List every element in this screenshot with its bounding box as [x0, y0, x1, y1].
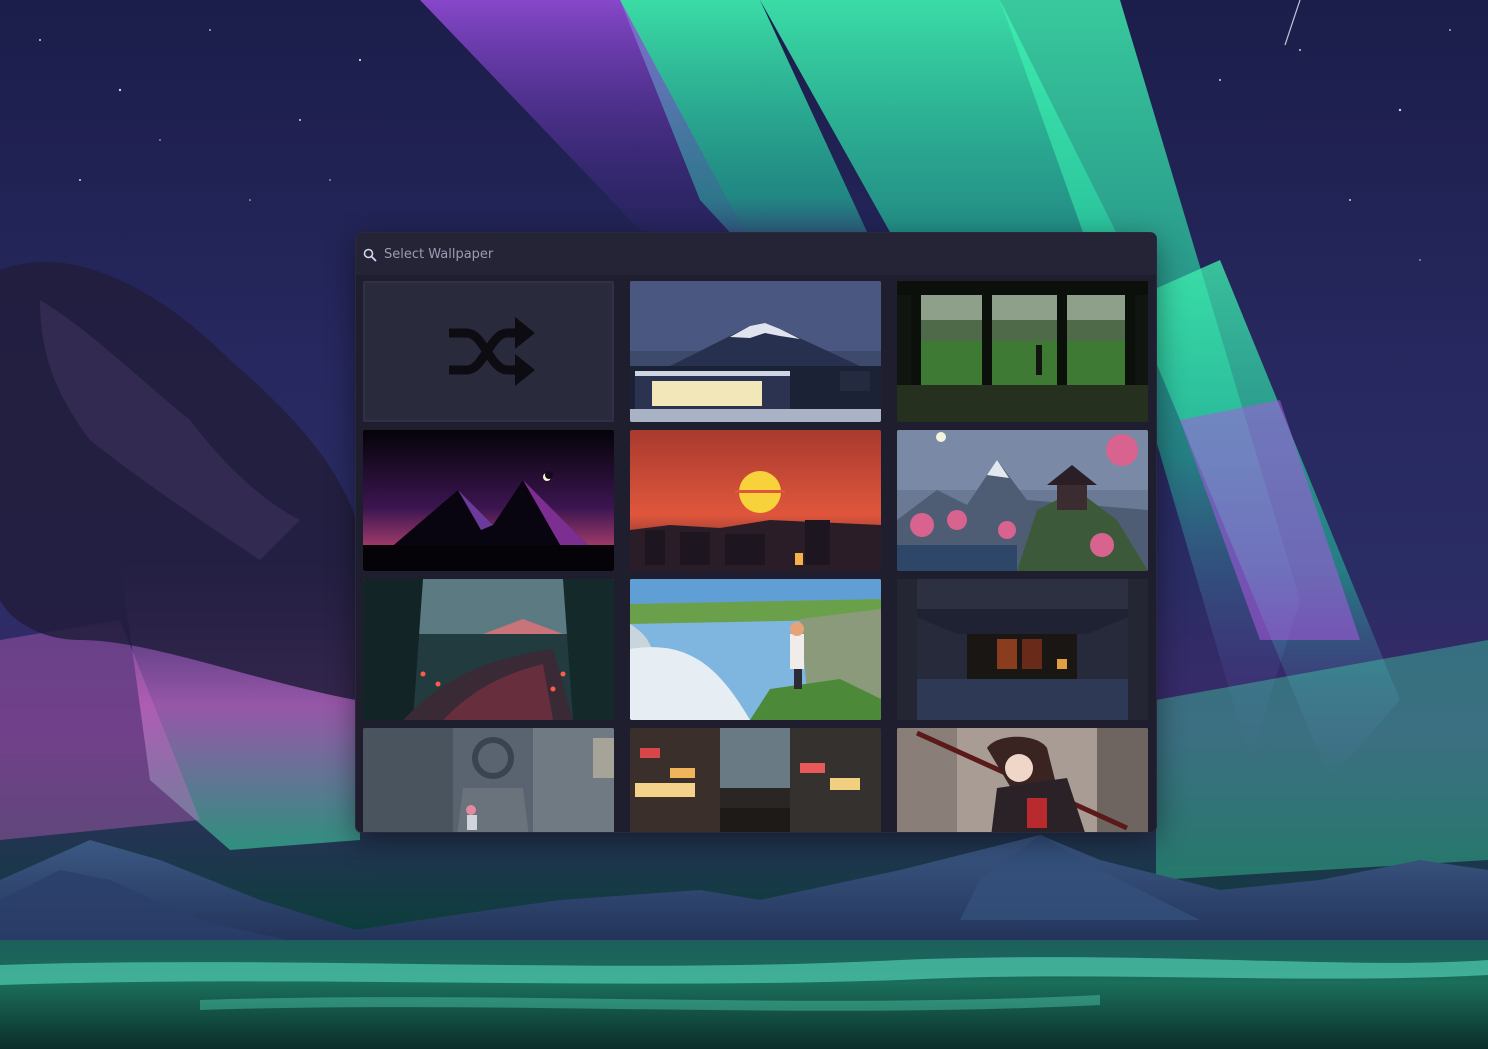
search-bar — [356, 233, 1156, 275]
wallpaper-image — [630, 430, 881, 571]
wallpaper-image — [897, 281, 1148, 422]
wallpaper-image — [897, 430, 1148, 571]
search-input[interactable] — [384, 239, 1084, 269]
wallpaper-image — [363, 430, 614, 571]
wallpaper-image — [630, 728, 881, 832]
search-icon — [363, 247, 377, 262]
wallpaper-thumbnail-neon-city-street[interactable] — [630, 728, 881, 832]
wallpaper-thumbnail-red-sunset-city[interactable] — [630, 430, 881, 571]
shuffle-icon — [449, 317, 535, 386]
wallpaper-image — [363, 579, 614, 720]
wallpaper-selector-window: Random wallpaper — [356, 233, 1156, 832]
wallpaper-image — [630, 281, 881, 422]
wallpaper-image — [897, 579, 1148, 720]
wallpaper-thumbnail-fuji-convenience-store[interactable] — [630, 281, 881, 422]
wallpaper-thumbnail-jungle-river-lanterns[interactable] — [363, 579, 614, 720]
wallpaper-thumbnail-synthwave-pyramids[interactable] — [363, 430, 614, 571]
desktop-wallpaper: Random wallpaper — [0, 0, 1488, 1049]
wallpaper-image — [363, 728, 614, 832]
wallpaper-thumbnail-pixel-pagoda-cherry[interactable] — [897, 430, 1148, 571]
wallpaper-image — [897, 728, 1148, 832]
wallpaper-thumbnail-stone-ruins-girl[interactable] — [363, 728, 614, 832]
wallpaper-image — [630, 579, 881, 720]
wallpaper-thumbnail-katana-girl[interactable] — [897, 728, 1148, 832]
wallpaper-thumbnail-dark-ruined-hall[interactable] — [897, 579, 1148, 720]
wallpaper-thumbnail-temple-garden-window[interactable] — [897, 281, 1148, 422]
wallpaper-thumbnail-anime-cliff-sky[interactable] — [630, 579, 881, 720]
random-wallpaper-tile[interactable]: Random wallpaper — [363, 281, 614, 422]
wallpaper-grid: Random wallpaper — [356, 278, 1156, 832]
